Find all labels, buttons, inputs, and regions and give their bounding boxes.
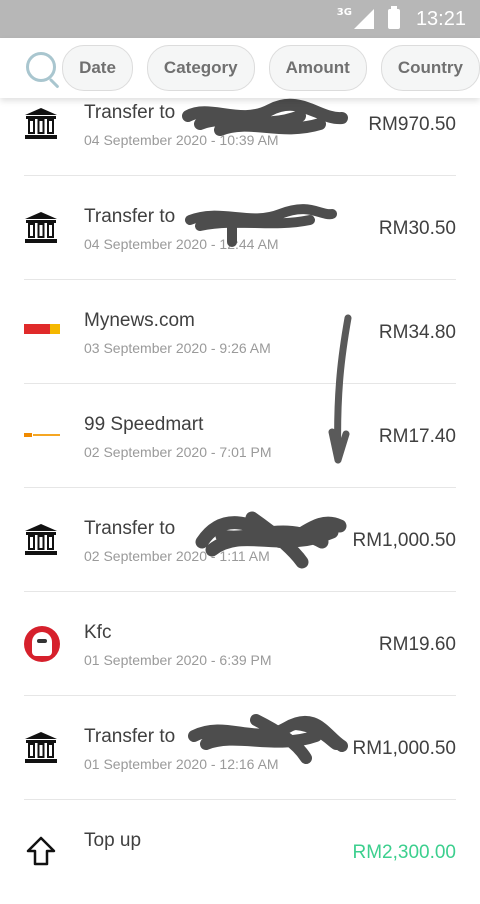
- transaction-title: Top up: [84, 830, 142, 851]
- transaction-date: 03 September 2020 - 9:26 AM: [84, 340, 271, 356]
- transaction-title: Mynews.com: [84, 310, 195, 331]
- transaction-title: 99 Speedmart: [84, 414, 204, 435]
- bank-icon: [25, 732, 57, 763]
- transaction-amount: RM30.50: [378, 218, 456, 239]
- transaction-title: Transfer to: [84, 518, 176, 539]
- redaction-scribble: [182, 98, 348, 136]
- transaction-title: Transfer to: [84, 206, 176, 227]
- redaction-scribble: [195, 511, 347, 569]
- search-icon[interactable]: [24, 50, 60, 89]
- transaction-row[interactable]: 99 Speedmart 02 September 2020 - 7:01 PM…: [24, 384, 456, 488]
- filter-chip-amount[interactable]: Amount: [268, 45, 367, 91]
- transaction-row[interactable]: Top up RM2,300.00: [24, 800, 456, 904]
- filter-chip-category[interactable]: Category: [146, 45, 255, 91]
- bank-icon: [25, 524, 57, 555]
- battery-icon: [387, 6, 400, 29]
- redaction-scribble: [188, 714, 348, 764]
- transaction-amount: RM34.80: [378, 322, 456, 343]
- transaction-date: 02 September 2020 - 7:01 PM: [84, 444, 272, 460]
- clock: 13:21: [415, 7, 466, 30]
- transaction-amount: RM1,000.50: [352, 530, 456, 551]
- transaction-amount: RM1,000.50: [352, 738, 456, 759]
- transaction-row[interactable]: Kfc 01 September 2020 - 6:39 PM RM19.60: [24, 592, 456, 696]
- transaction-row[interactable]: Mynews.com 03 September 2020 - 9:26 AM R…: [24, 280, 456, 384]
- redaction-scribble: [185, 204, 337, 247]
- transaction-title: Transfer to: [84, 102, 176, 123]
- network-type: 3G: [336, 6, 352, 18]
- status-bar: 3G 13:21: [0, 0, 480, 38]
- filter-bar: Date Category Amount Country: [0, 38, 480, 98]
- scroll-arrow-annotation: [328, 314, 352, 464]
- transaction-title: Transfer to: [84, 726, 176, 747]
- transaction-amount: RM19.60: [378, 634, 456, 655]
- bank-icon: [25, 212, 57, 243]
- transaction-amount: RM2,300.00: [352, 842, 456, 863]
- top-up-icon: [26, 836, 56, 866]
- filter-chip-date[interactable]: Date: [62, 45, 133, 91]
- bank-icon: [25, 108, 57, 139]
- transaction-amount: RM970.50: [368, 114, 456, 135]
- speedmart-logo: [24, 432, 60, 438]
- signal-icon: [353, 9, 374, 29]
- mynews-logo: [24, 324, 60, 334]
- filter-chip-country[interactable]: Country: [380, 45, 480, 91]
- kfc-logo: [24, 626, 60, 662]
- transaction-title: Kfc: [84, 622, 112, 643]
- transaction-date: 01 September 2020 - 6:39 PM: [84, 652, 272, 668]
- transaction-amount: RM17.40: [378, 426, 456, 447]
